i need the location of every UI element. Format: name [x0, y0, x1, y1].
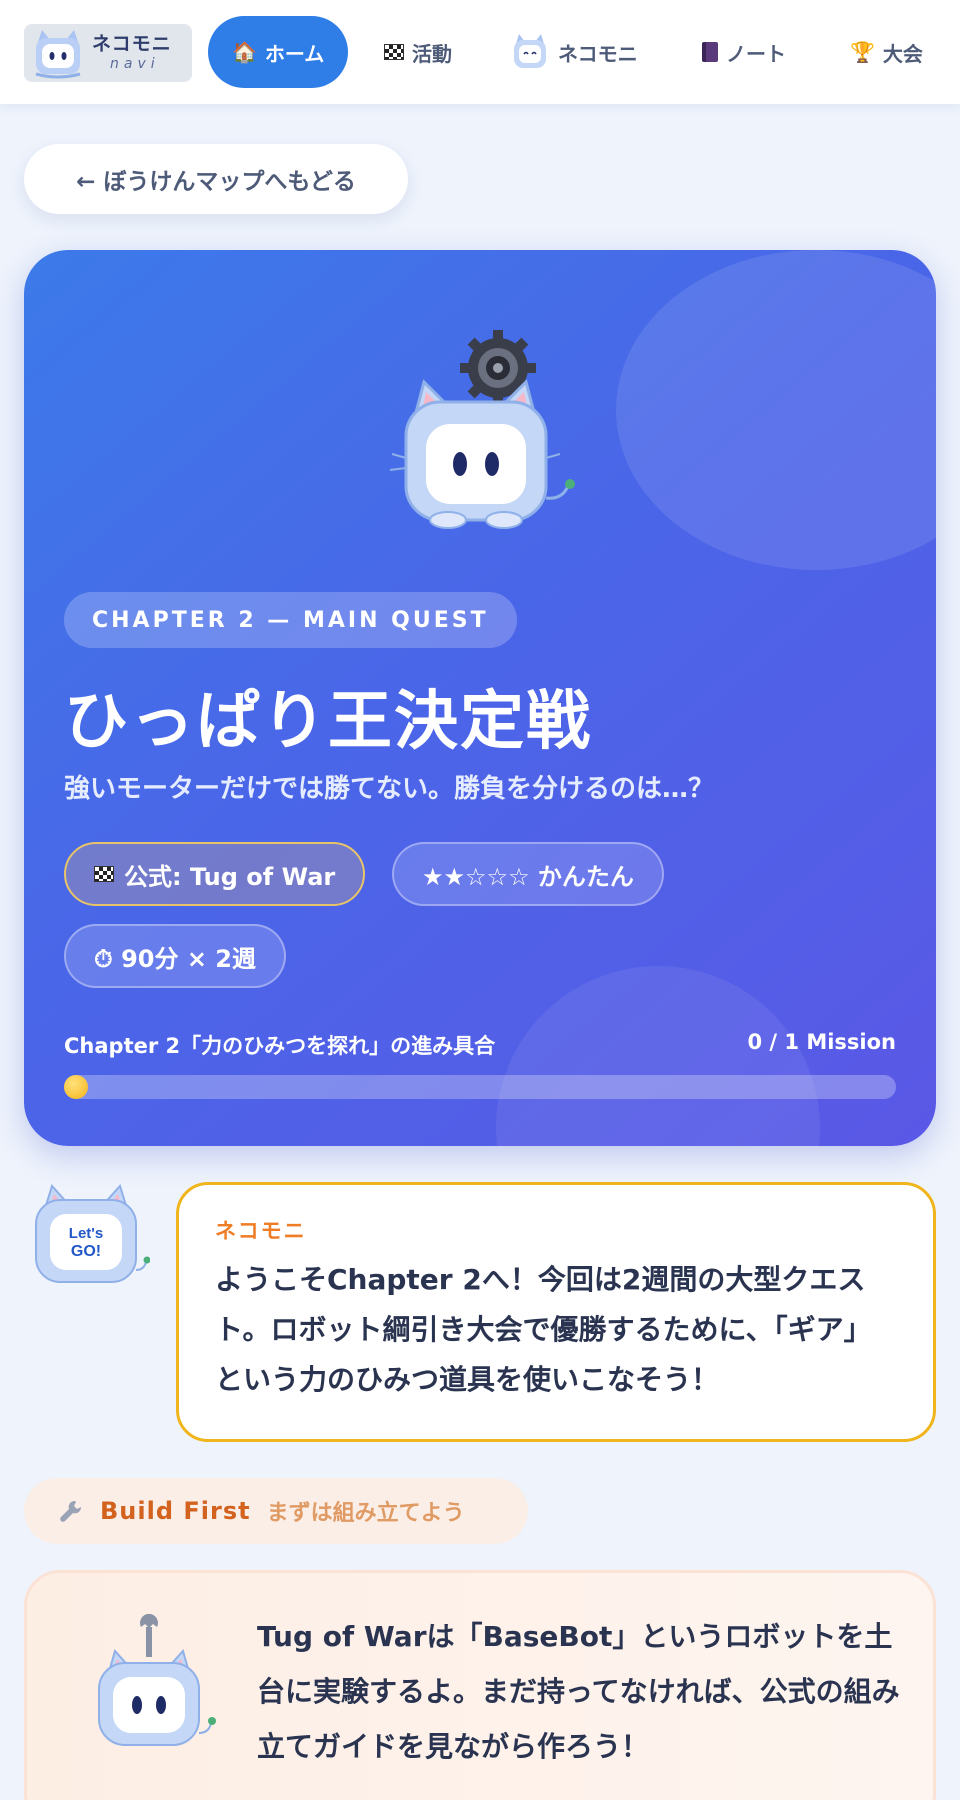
- quest-subtitle: 強いモーターだけでは勝てない。勝負を分けるのは…？: [64, 774, 715, 804]
- logo-subtitle: navi: [110, 56, 160, 72]
- progress-label: Chapter 2「力のひみつを探れ」の進み具合: [64, 1034, 496, 1058]
- nav-notes-label: ノート: [726, 41, 786, 66]
- nav-nekomoni[interactable]: ネコモニ: [510, 16, 638, 88]
- speech-text: ようこそChapter 2へ！今回は2週間の大型クエスト。ロボット綱引き大会で優…: [215, 1263, 872, 1396]
- trophy-icon: 🏆: [850, 40, 875, 64]
- official-tag-label: 公式: Tug of War: [124, 862, 336, 891]
- gear-cat-mascot-icon: [389, 330, 575, 529]
- wrench-icon: [60, 1500, 82, 1522]
- logo-title: ネコモニ: [92, 33, 172, 55]
- back-button-label: ← ぼうけんマップへもどる: [76, 169, 356, 195]
- notebook-icon: [702, 42, 718, 62]
- build-first-card: Tug of Warは「BaseBot」というロボットを土台に実験するよ。まだ持…: [24, 1570, 936, 1800]
- checkered-flag-icon: [94, 866, 114, 882]
- nav-notes[interactable]: ノート: [702, 16, 786, 88]
- quest-hero-card: CHAPTER 2 — MAIN QUEST ひっぱり王決定戦 強いモーターだけ…: [24, 250, 936, 1146]
- progress-bar: [64, 1075, 896, 1099]
- back-to-map-button[interactable]: ← ぼうけんマップへもどる: [24, 144, 408, 214]
- nav-home-label: ホーム: [264, 41, 325, 66]
- app-logo[interactable]: ネコモニ navi: [24, 24, 192, 82]
- progress-indicator: [64, 1075, 88, 1099]
- build-first-tag: Build First まずは組み立てよう: [24, 1478, 528, 1544]
- progress-count: 0 / 1 Mission: [747, 1030, 897, 1054]
- nav-activities[interactable]: 活動: [384, 16, 452, 88]
- decorative-bubble: [496, 966, 820, 1146]
- duration-tag: ⏱ 90分 × 2週: [64, 924, 286, 988]
- nav-activities-label: 活動: [412, 41, 452, 66]
- difficulty-tag: ★★☆☆☆ かんたん: [392, 842, 664, 906]
- build-first-subtitle: まずは組み立てよう: [266, 1501, 465, 1526]
- nav-nekomoni-label: ネコモニ: [558, 41, 638, 66]
- nav-home[interactable]: 🏠 ホーム: [208, 16, 349, 88]
- build-first-text: Tug of Warは「BaseBot」というロボットを土台に実験するよ。まだ持…: [257, 1620, 900, 1763]
- build-first-title: Build First: [100, 1497, 251, 1525]
- nav-tournament[interactable]: 🏆 大会: [850, 16, 923, 88]
- top-nav: ネコモニ navi 🏠 ホーム 活動 ネコモニ ノート 🏆 大会: [0, 0, 960, 104]
- svg-text:GO!: GO!: [71, 1243, 101, 1260]
- nav-tournament-label: 大会: [882, 41, 923, 66]
- decorative-bubble: [616, 250, 936, 570]
- chapter-badge: CHAPTER 2 — MAIN QUEST: [64, 592, 517, 648]
- duration-tag-label: ⏱ 90分 × 2週: [94, 944, 256, 973]
- house-icon: 🏠: [232, 40, 257, 64]
- speaker-name: ネコモニ: [215, 1219, 307, 1243]
- mascot-speech-bubble: ネコモニ ようこそChapter 2へ！今回は2週間の大型クエスト。ロボット綱引…: [176, 1182, 936, 1442]
- checkered-flag-icon: [384, 44, 404, 60]
- official-tag: 公式: Tug of War: [64, 842, 366, 906]
- difficulty-tag-label: ★★☆☆☆ かんたん: [422, 862, 634, 891]
- cat-icon: [514, 34, 546, 68]
- wrench-cat-mascot-icon: [98, 1613, 216, 1746]
- svg-text:Let's: Let's: [69, 1225, 103, 1242]
- cat-mascot-icon: Let's GO!: [35, 1184, 150, 1283]
- cat-logo-icon: [35, 30, 81, 79]
- quest-title: ひっぱり王決定戦: [64, 685, 592, 759]
